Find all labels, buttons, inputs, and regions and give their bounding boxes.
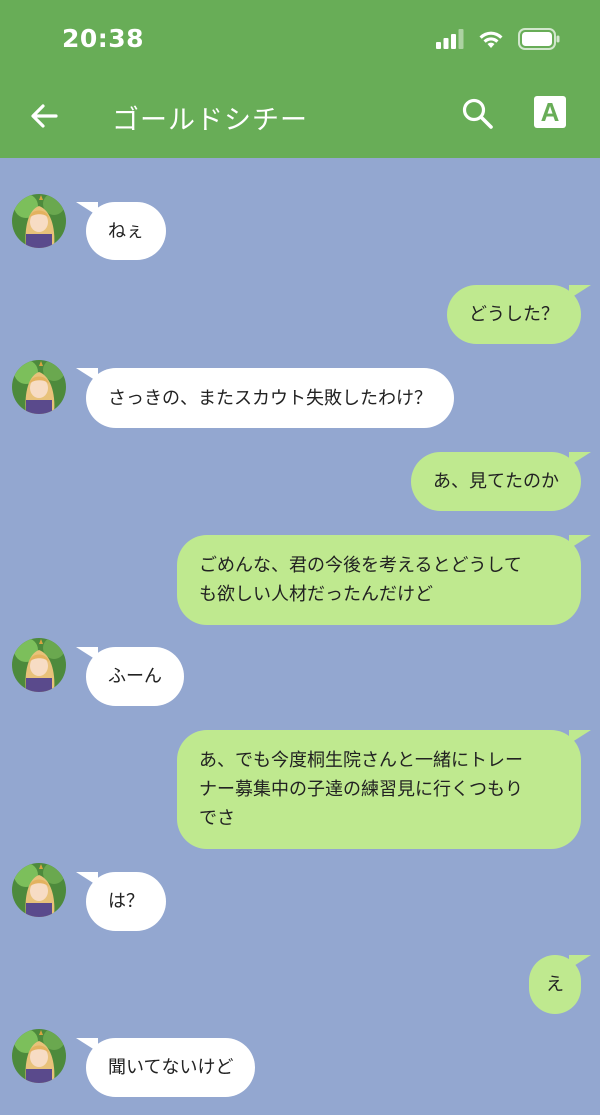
message-text: ねぇ (108, 220, 144, 242)
message-text: さっきの、またスカウト失敗したわけ？ (108, 387, 432, 409)
avatar[interactable] (12, 863, 66, 917)
avatar-image (12, 1029, 66, 1083)
search-icon[interactable] (460, 96, 496, 132)
avatar-image (12, 360, 66, 414)
message-text: あ、見てたのか (433, 471, 559, 492)
chat-header: ゴールドシチー A (0, 78, 600, 158)
message-text: どうした？ (469, 304, 559, 325)
avatar-image (12, 638, 66, 692)
message-line: あ、でも今度桐生院さんと一緒にトレー (199, 750, 523, 771)
status-time: 20:38 (62, 24, 145, 53)
status-bar: 20:38 (0, 0, 600, 78)
message-line: ごめんな、君の今後を考えるとどうして (199, 555, 522, 576)
message-incoming: ふーん (76, 647, 184, 706)
message-outgoing: あ、でも今度桐生院さんと一緒にトレー ナー募集中の子達の練習見に行くつもり でさ (177, 730, 591, 849)
message-incoming: 聞いてないけど (75, 1038, 256, 1097)
avatar-image (12, 863, 66, 917)
message-outgoing: ごめんな、君の今後を考えるとどうして も欲しい人材だったんだけど (177, 535, 591, 625)
message-incoming: は？ (76, 872, 166, 931)
message-line: ナー募集中の子達の練習見に行くつもり (199, 779, 523, 800)
message-text: ふーん (108, 666, 162, 687)
message-line: でさ (199, 808, 235, 829)
message-outgoing: え (529, 955, 591, 1014)
chat-title: ゴールドシチー (112, 105, 308, 136)
message-incoming: ねぇ (76, 202, 166, 260)
wifi-icon (479, 31, 503, 48)
message-outgoing: どうした？ (447, 285, 591, 344)
translate-icon[interactable]: A (534, 96, 566, 128)
message-outgoing: あ、見てたのか (411, 452, 591, 511)
status-icons (436, 28, 560, 50)
message-line: も欲しい人材だったんだけど (199, 584, 433, 605)
message-text: え (546, 974, 564, 995)
avatar[interactable] (12, 1029, 66, 1083)
avatar[interactable] (12, 638, 66, 692)
chat-area: ねぇ どうした？ さっきの、またスカウト失敗したわけ？ あ、見てたのか ごめんな… (0, 158, 600, 1115)
signal-icon (436, 29, 464, 49)
message-incoming: さっきの、またスカウト失敗したわけ？ (76, 368, 454, 428)
avatar[interactable] (12, 194, 66, 248)
message-text: は？ (108, 891, 144, 912)
message-text: 聞いてないけど (108, 1057, 234, 1078)
battery-icon (518, 28, 560, 50)
avatar[interactable] (12, 360, 66, 414)
avatar-image (12, 194, 66, 248)
back-arrow-icon[interactable] (26, 98, 62, 134)
